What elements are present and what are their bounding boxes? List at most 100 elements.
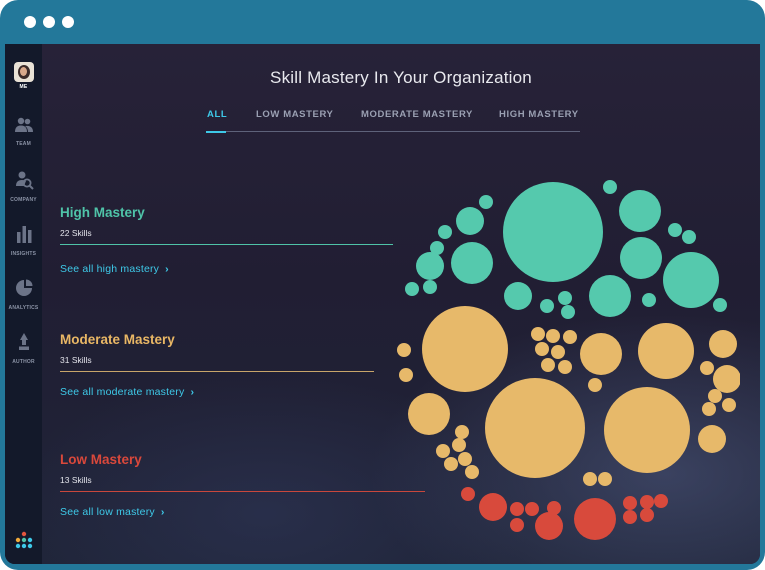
skill-bubble[interactable] <box>525 502 539 516</box>
skill-bubble[interactable] <box>583 472 597 486</box>
skill-bubble[interactable] <box>574 498 616 540</box>
skill-bubble[interactable] <box>702 402 716 416</box>
sidebar-item-company[interactable]: COMPANY <box>5 170 42 203</box>
skill-bubble[interactable] <box>422 306 508 392</box>
skill-bubble[interactable] <box>561 305 575 319</box>
skill-bubble[interactable] <box>455 425 469 439</box>
skill-bubble[interactable] <box>700 361 714 375</box>
skill-bubble[interactable] <box>547 501 561 515</box>
skill-bubble[interactable] <box>444 457 458 471</box>
skill-bubble[interactable] <box>485 378 585 478</box>
sidebar-item-author[interactable]: AUTHOR <box>5 332 42 365</box>
skill-bubble[interactable] <box>698 425 726 453</box>
skill-bubble[interactable] <box>479 195 493 209</box>
skill-bubble[interactable] <box>619 190 661 232</box>
skill-bubble[interactable] <box>598 472 612 486</box>
high-mastery-bubbles <box>405 180 727 319</box>
skill-bubble[interactable] <box>451 242 493 284</box>
skill-bubble[interactable] <box>589 275 631 317</box>
skill-bubble[interactable] <box>558 360 572 374</box>
skill-bubble[interactable] <box>580 333 622 375</box>
skill-bubble[interactable] <box>541 358 555 372</box>
tab-all[interactable]: ALL <box>207 109 227 120</box>
sidebar: ME TEAM COMPANY INSIGHTS ANALYTICS AUTHO… <box>5 44 42 564</box>
skill-bubble[interactable] <box>563 330 577 344</box>
skill-bubble[interactable] <box>465 465 479 479</box>
skill-bubble[interactable] <box>654 494 668 508</box>
skill-bubble[interactable] <box>642 293 656 307</box>
skill-bubble[interactable] <box>479 493 507 521</box>
skill-count: 31 Skills <box>60 355 92 365</box>
window-minimize-button[interactable] <box>43 16 55 28</box>
skill-bubble[interactable] <box>399 368 413 382</box>
window-titlebar <box>0 0 765 44</box>
sidebar-item-team[interactable]: TEAM <box>5 116 42 147</box>
skill-bubble[interactable] <box>405 282 419 296</box>
skill-bubble[interactable] <box>438 225 452 239</box>
skill-bubble[interactable] <box>416 252 444 280</box>
see-all-low-mastery-link[interactable]: See all low mastery › <box>60 506 425 518</box>
skill-bubble[interactable] <box>456 207 484 235</box>
see-all-high-mastery-link[interactable]: See all high mastery › <box>60 263 393 275</box>
skill-bubble[interactable] <box>551 345 565 359</box>
skill-bubble[interactable] <box>458 452 472 466</box>
skill-bubble[interactable] <box>540 299 554 313</box>
category-title: Low Mastery <box>60 452 142 467</box>
link-label: See all low mastery <box>60 506 155 519</box>
skill-bubble[interactable] <box>623 510 637 524</box>
chevron-right-icon: › <box>165 263 169 276</box>
skill-bubble[interactable] <box>531 327 545 341</box>
skill-bubble[interactable] <box>604 387 690 473</box>
app-window: ME TEAM COMPANY INSIGHTS ANALYTICS AUTHO… <box>0 0 765 570</box>
skill-bubble[interactable] <box>546 329 560 343</box>
skill-bubble[interactable] <box>620 237 662 279</box>
skill-bubble[interactable] <box>638 323 694 379</box>
skill-bubble[interactable] <box>397 343 411 357</box>
skill-bubble[interactable] <box>640 495 654 509</box>
skill-bubble[interactable] <box>452 438 466 452</box>
skill-bubble[interactable] <box>709 330 737 358</box>
skill-bubble[interactable] <box>640 508 654 522</box>
team-icon <box>14 117 33 132</box>
skill-bubble[interactable] <box>588 378 602 392</box>
skill-bubble[interactable] <box>503 182 603 282</box>
skill-bubble[interactable] <box>510 502 524 516</box>
sidebar-item-label: TEAM <box>16 141 31 147</box>
category-divider <box>60 491 425 493</box>
skill-bubble[interactable] <box>535 512 563 540</box>
skill-count: 22 Skills <box>60 228 92 238</box>
tab-low-mastery[interactable]: LOW MASTERY <box>256 109 334 120</box>
skill-bubble[interactable] <box>504 282 532 310</box>
skill-bubble[interactable] <box>510 518 524 532</box>
skill-bubble[interactable] <box>408 393 450 435</box>
skill-bubble[interactable] <box>623 496 637 510</box>
skill-bubble[interactable] <box>708 389 722 403</box>
skill-bubble[interactable] <box>436 444 450 458</box>
skill-bubble[interactable] <box>713 365 740 393</box>
chevron-right-icon: › <box>190 386 195 399</box>
skill-bubble[interactable] <box>668 223 682 237</box>
window-close-button[interactable] <box>24 16 36 28</box>
tab-moderate-mastery[interactable]: MODERATE MASTERY <box>361 109 473 120</box>
sidebar-item-me[interactable]: ME <box>5 62 42 90</box>
sidebar-item-analytics[interactable]: ANALYTICS <box>5 278 42 311</box>
category-moderate-mastery: Moderate Mastery 31 Skills See all moder… <box>60 332 374 398</box>
skill-bubble[interactable] <box>663 252 719 308</box>
sidebar-item-insights[interactable]: INSIGHTS <box>5 224 42 257</box>
sidebar-item-label: INSIGHTS <box>10 251 37 257</box>
skill-bubble[interactable] <box>682 230 696 244</box>
skill-bubble[interactable] <box>461 487 475 501</box>
skill-bubble[interactable] <box>535 342 549 356</box>
link-label: See all moderate mastery <box>60 386 185 399</box>
author-icon <box>18 333 29 350</box>
see-all-moderate-mastery-link[interactable]: See all moderate mastery › <box>60 386 374 398</box>
skill-bubble[interactable] <box>423 280 437 294</box>
skill-bubble[interactable] <box>713 298 727 312</box>
tab-high-mastery[interactable]: HIGH MASTERY <box>499 109 579 120</box>
tab-label: ALL <box>207 109 228 120</box>
skill-bubble[interactable] <box>722 398 736 412</box>
window-maximize-button[interactable] <box>62 16 74 28</box>
skill-bubble[interactable] <box>558 291 572 305</box>
skill-bubble[interactable] <box>603 180 617 194</box>
moderate-mastery-bubbles <box>397 306 740 486</box>
